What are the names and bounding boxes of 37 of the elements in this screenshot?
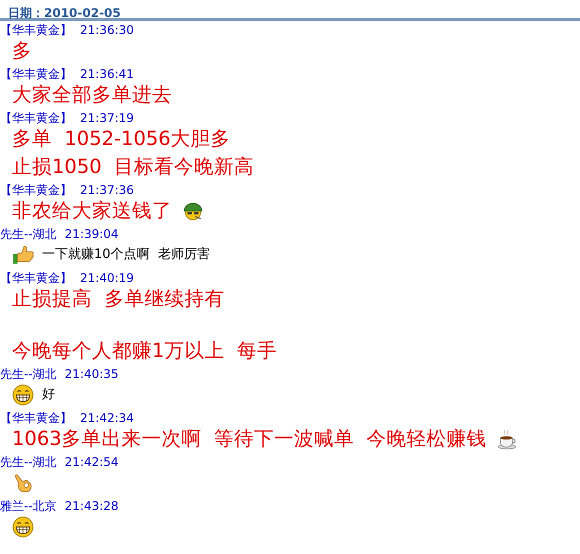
message-time: 21:42:54 [64, 455, 119, 469]
grinning-face-icon [12, 384, 34, 406]
message-text: 多单 1052-1056大胆多 [12, 126, 231, 152]
thumbs-up-icon [12, 244, 34, 266]
message-text: 止损1050 目标看今晚新高 [12, 154, 254, 180]
message-time: 21:39:04 [64, 227, 119, 241]
sender-name: 雅兰--北京 [0, 499, 57, 513]
message-time: 21:36:41 [80, 67, 134, 81]
sender-name: 先生--湖北 [0, 367, 57, 381]
message-time: 21:40:19 [80, 271, 134, 285]
message-text: 今晚每个人都赚1万以上 每手 [12, 338, 277, 364]
grinning-face-icon [12, 516, 34, 538]
sender-name: 【华丰黄金】 [0, 111, 72, 125]
message-text: 一下就赚10个点啊 老师厉害 [42, 246, 210, 264]
message-time: 21:37:19 [80, 111, 134, 125]
message-text: 多 [12, 38, 32, 64]
message-time: 21:37:36 [80, 183, 134, 197]
message-text: 好 [42, 386, 55, 404]
sender-name: 先生--湖北 [0, 455, 57, 469]
message-text: 非农给大家送钱了 [12, 198, 172, 224]
sender-name: 【华丰黄金】 [0, 411, 72, 425]
sender-name: 先生--湖北 [0, 227, 57, 241]
message-text: 止损提高 多单继续持有 [12, 286, 224, 312]
sender-name: 【华丰黄金】 [0, 67, 72, 81]
message-time: 21:36:30 [80, 23, 134, 37]
message-text: 大家全部多单进去 [12, 82, 172, 108]
coffee-cup-icon [496, 428, 518, 450]
message-time: 21:42:34 [80, 411, 134, 425]
message-time: 21:43:28 [64, 499, 119, 513]
sender-name: 【华丰黄金】 [0, 183, 72, 197]
sender-name: 【华丰黄金】 [0, 23, 72, 37]
message-text: 1063多单出来一次啊 等待下一波喊单 今晚轻松赚钱 [12, 426, 486, 452]
helmet-face-icon [182, 200, 204, 222]
ok-hand-icon [12, 472, 34, 494]
sender-name: 【华丰黄金】 [0, 271, 72, 285]
date-label: 日期：2010-02-05 [8, 6, 121, 20]
message-time: 21:40:35 [64, 367, 119, 381]
